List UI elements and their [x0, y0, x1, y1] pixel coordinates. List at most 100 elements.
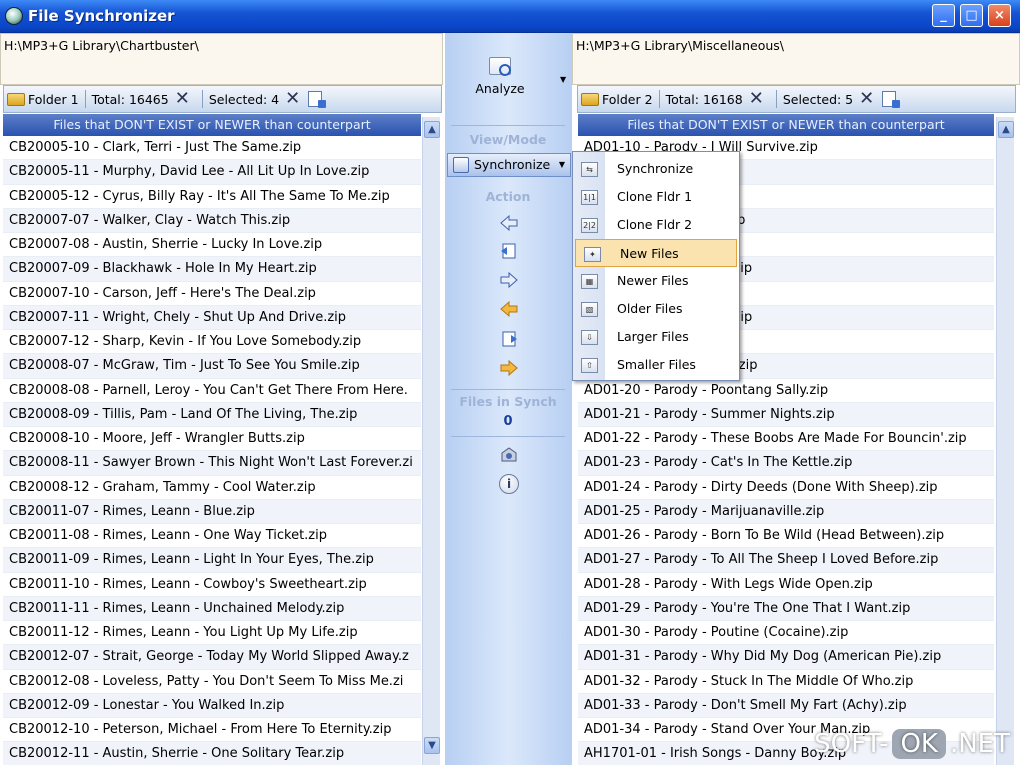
info-icon[interactable]: i — [499, 474, 519, 494]
file-row[interactable]: CB20011-10 - Rimes, Leann - Cowboy's Swe… — [3, 573, 421, 597]
file-row[interactable]: CB20008-07 - McGraw, Tim - Just To See Y… — [3, 354, 421, 379]
file-row[interactable]: CB20005-11 - Murphy, David Lee - All Lit… — [3, 160, 421, 185]
menu-item-larger-files[interactable]: ⇩ Larger Files — [573, 323, 739, 351]
move-right-icon[interactable] — [499, 358, 519, 378]
menu-item-older-files[interactable]: ▧ Older Files — [573, 295, 739, 323]
left-path-field[interactable]: H:\MP3+G Library\Chartbuster\ — [0, 33, 443, 85]
analyze-dropdown-icon[interactable]: ▼ — [560, 75, 566, 84]
older-files-icon: ▧ — [581, 302, 598, 317]
file-row[interactable]: CB20007-12 - Sharp, Kevin - If You Love … — [3, 330, 421, 355]
right-folder-label[interactable]: Folder 2 — [602, 92, 653, 107]
file-row[interactable]: AD01-24 - Parody - Dirty Deeds (Done Wit… — [578, 476, 994, 500]
file-row[interactable]: CB20008-10 - Moore, Jeff - Wrangler Butt… — [3, 427, 421, 452]
file-row[interactable]: CB20007-10 - Carson, Jeff - Here's The D… — [3, 282, 421, 306]
menu-item-newer-files[interactable]: ▦ Newer Files — [573, 267, 739, 295]
copy-right-icon[interactable] — [499, 270, 519, 290]
file-row[interactable]: CB20007-07 - Walker, Clay - Watch This.z… — [3, 208, 421, 233]
clear-selection-icon[interactable]: ✕ — [285, 90, 300, 108]
file-row[interactable]: CB20012-10 - Peterson, Michael - From He… — [3, 718, 421, 743]
menu-item-clone-fldr-1[interactable]: 1|1 Clone Fldr 1 — [573, 183, 739, 211]
file-row[interactable]: CB20012-08 - Loveless, Patty - You Don't… — [3, 670, 421, 694]
smaller-files-icon: ⇧ — [581, 358, 598, 373]
right-scrollbar[interactable]: ▲ — [996, 117, 1014, 765]
divider — [775, 90, 777, 108]
file-row[interactable]: CB20011-07 - Rimes, Leann - Blue.zip — [3, 499, 421, 524]
settings-icon[interactable] — [499, 445, 519, 465]
folder-icon[interactable] — [581, 92, 599, 106]
export-list-icon[interactable] — [882, 91, 901, 108]
right-list-header: Files that DON'T EXIST or NEWER than cou… — [578, 114, 994, 136]
maximize-button[interactable]: □ — [960, 4, 983, 27]
file-row[interactable]: CB20012-09 - Lonestar - You Walked In.zi… — [3, 693, 421, 718]
file-row[interactable]: CB20008-12 - Graham, Tammy - Cool Water.… — [3, 476, 421, 500]
scroll-up-arrow-icon[interactable]: ▲ — [998, 121, 1014, 138]
menu-item-smaller-files[interactable]: ⇧ Smaller Files — [573, 351, 739, 379]
file-row[interactable]: AD01-22 - Parody - These Boobs Are Made … — [578, 427, 994, 452]
right-folder-bar: Folder 2 Total: 16168 ✕ Selected: 5 ✕ — [577, 85, 1016, 113]
file-row[interactable]: CB20005-10 - Clark, Terri - Just The Sam… — [3, 136, 421, 161]
clear-total-icon[interactable]: ✕ — [749, 90, 764, 108]
file-row[interactable]: CB20008-09 - Tillis, Pam - Land Of The L… — [3, 402, 421, 427]
folder-icon[interactable] — [7, 92, 25, 106]
action-header: Action — [485, 189, 531, 204]
file-row[interactable]: AD01-30 - Parody - Poutine (Cocaine).zip — [578, 621, 994, 646]
minimize-button[interactable]: _ — [932, 4, 955, 27]
move-left-icon[interactable] — [499, 299, 519, 319]
scroll-up-arrow-icon[interactable]: ▲ — [424, 121, 440, 138]
file-row[interactable]: CB20008-11 - Sawyer Brown - This Night W… — [3, 451, 421, 476]
close-button[interactable]: × — [988, 4, 1011, 27]
synchronize-icon — [453, 157, 469, 173]
file-row[interactable]: AD01-28 - Parody - With Legs Wide Open.z… — [578, 573, 994, 597]
synchronize-dropdown-button[interactable]: Synchronize ▼ — [447, 153, 571, 177]
file-row[interactable]: CB20012-07 - Strait, George - Today My W… — [3, 645, 421, 670]
file-row[interactable]: AD01-23 - Parody - Cat's In The Kettle.z… — [578, 451, 994, 476]
left-file-list[interactable]: CB20005-10 - Clark, Terri - Just The Sam… — [3, 136, 421, 765]
file-row[interactable]: CB20011-12 - Rimes, Leann - You Light Up… — [3, 621, 421, 646]
menu-item-synchronize[interactable]: ⇆ Synchronize — [573, 155, 739, 183]
file-row[interactable]: AD01-27 - Parody - To All The Sheep I Lo… — [578, 548, 994, 573]
file-row[interactable]: CB20007-08 - Austin, Sherrie - Lucky In … — [3, 233, 421, 258]
clear-total-icon[interactable]: ✕ — [175, 90, 190, 108]
file-row[interactable]: CB20011-11 - Rimes, Leann - Unchained Me… — [3, 596, 421, 621]
files-in-synch-header: Files in Synch — [459, 394, 557, 409]
right-total-label: Total: 16168 — [665, 91, 743, 107]
analyze-button[interactable]: Analyze — [465, 57, 535, 96]
file-row[interactable]: CB20007-11 - Wright, Chely - Shut Up And… — [3, 305, 421, 330]
menu-item-clone-fldr-2[interactable]: 2|2 Clone Fldr 2 — [573, 211, 739, 239]
menu-item-label: Newer Files — [617, 273, 689, 288]
file-row[interactable]: CB20011-09 - Rimes, Leann - Light In You… — [3, 548, 421, 573]
file-row[interactable]: AD01-21 - Parody - Summer Nights.zip — [578, 402, 994, 427]
window-title: File Synchronizer — [28, 7, 175, 25]
title-bar[interactable]: File Synchronizer _ □ × — [0, 0, 1020, 33]
file-row[interactable]: CB20007-09 - Blackhawk - Hole In My Hear… — [3, 257, 421, 282]
file-row[interactable]: CB20012-11 - Austin, Sherrie - One Solit… — [3, 742, 421, 765]
right-selected-label: Selected: 5 — [782, 91, 854, 107]
clear-selection-icon[interactable]: ✕ — [859, 90, 874, 108]
file-row[interactable]: AD01-31 - Parody - Why Did My Dog (Ameri… — [578, 645, 994, 670]
sync-left-icon[interactable] — [499, 241, 519, 261]
export-list-icon[interactable] — [308, 91, 327, 108]
right-path-field[interactable]: H:\MP3+G Library\Miscellaneous\ — [572, 33, 1020, 85]
clone-folder2-icon: 2|2 — [581, 218, 598, 233]
file-row[interactable]: AD01-29 - Parody - You're The One That I… — [578, 596, 994, 621]
file-row[interactable]: AD01-26 - Parody - Born To Be Wild (Head… — [578, 524, 994, 549]
app-icon — [5, 7, 23, 25]
file-row[interactable]: CB20008-08 - Parnell, Leroy - You Can't … — [3, 379, 421, 403]
file-row[interactable]: AD01-20 - Parody - Poontang Sally.zip — [578, 379, 994, 403]
sync-right-icon[interactable] — [499, 329, 519, 349]
file-row[interactable]: CB20005-12 - Cyrus, Billy Ray - It's All… — [3, 185, 421, 209]
file-row[interactable]: CB20011-08 - Rimes, Leann - One Way Tick… — [3, 524, 421, 549]
file-row[interactable]: AD01-33 - Parody - Don't Smell My Fart (… — [578, 693, 994, 718]
left-scrollbar[interactable]: ▲ ▼ — [422, 117, 440, 765]
file-row[interactable]: AD01-25 - Parody - Marijuanaville.zip — [578, 499, 994, 524]
scroll-down-arrow-icon[interactable]: ▼ — [424, 737, 440, 754]
menu-item-label: Older Files — [617, 301, 683, 316]
divider — [84, 90, 86, 108]
copy-left-icon[interactable] — [499, 213, 519, 233]
menu-item-new-files[interactable]: ✦ New Files — [575, 239, 737, 267]
watermark: SOFT- OK .NET — [814, 729, 1010, 759]
menu-item-label: Synchronize — [617, 161, 694, 176]
file-row[interactable]: AD01-32 - Parody - Stuck In The Middle O… — [578, 670, 994, 694]
divider — [658, 90, 660, 108]
left-folder-label[interactable]: Folder 1 — [28, 92, 79, 107]
